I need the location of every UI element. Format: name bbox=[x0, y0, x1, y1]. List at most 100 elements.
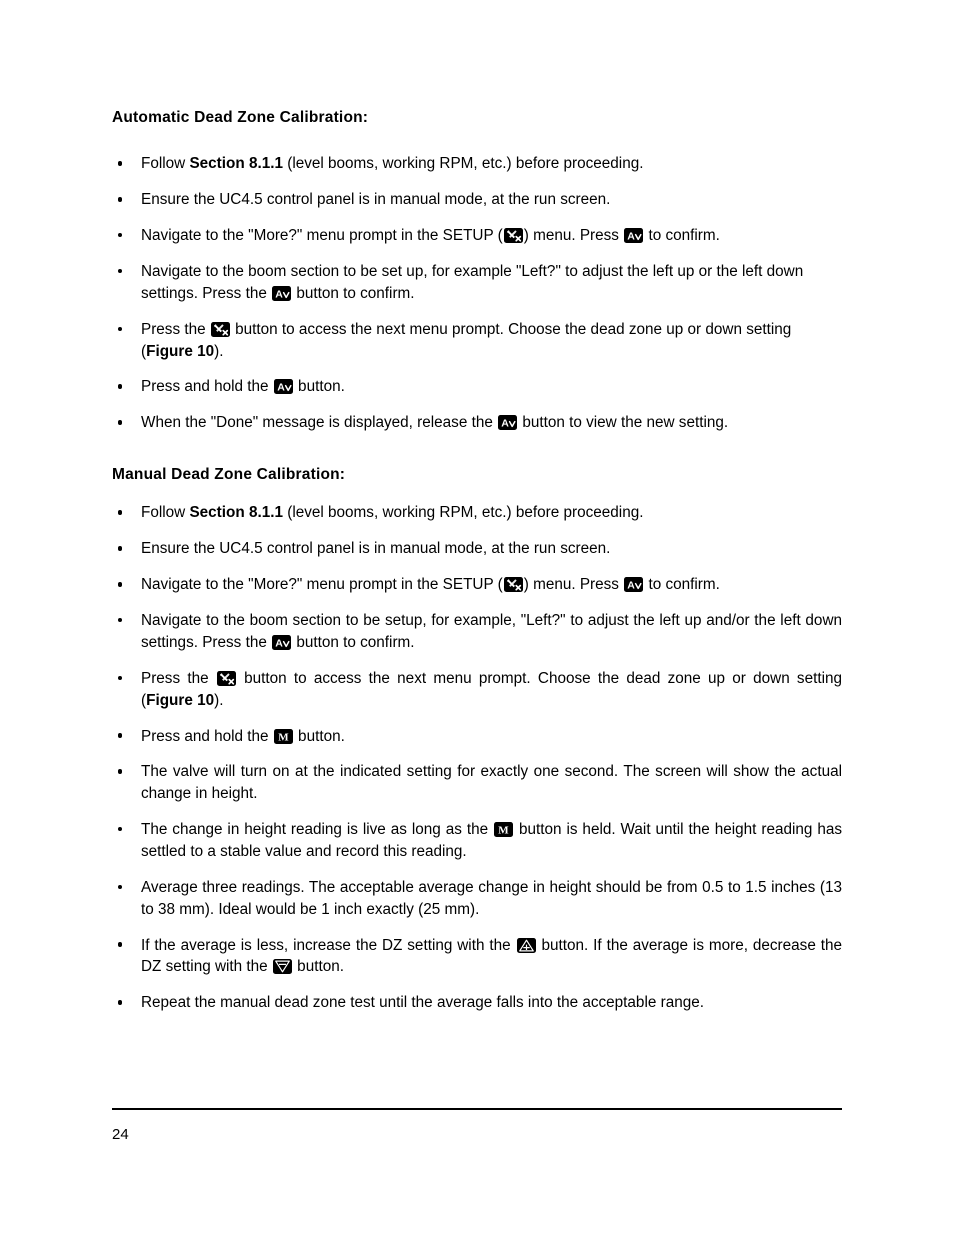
list-item-text: Press and hold the A button. bbox=[141, 376, 842, 398]
section-heading: Automatic Dead Zone Calibration: bbox=[112, 109, 369, 126]
bullet-icon bbox=[118, 942, 123, 947]
text-run: Press and hold the bbox=[141, 378, 273, 396]
text-run: ) menu. Press bbox=[523, 576, 624, 594]
svg-text:A: A bbox=[275, 288, 283, 300]
list-item: Average three readings. The acceptable a… bbox=[112, 877, 842, 921]
emphasis-text: Figure 10 bbox=[146, 691, 215, 709]
document-page: Automatic Dead Zone Calibration: Follow S… bbox=[0, 0, 954, 1235]
list-item: Press and hold the A button. bbox=[112, 376, 842, 398]
list-item-text: Navigate to the "More?" menu prompt in t… bbox=[141, 225, 842, 247]
list-item-text: The change in height reading is live as … bbox=[141, 819, 842, 863]
bullet-icon bbox=[118, 197, 123, 202]
setup-wrench-icon[interactable] bbox=[503, 228, 523, 244]
a-down-button-icon[interactable]: A bbox=[498, 415, 518, 431]
a-down-button-icon[interactable]: A bbox=[272, 634, 292, 650]
list-item: The valve will turn on at the indicated … bbox=[112, 761, 842, 805]
text-run: When the "Done" message is displayed, re… bbox=[141, 414, 498, 432]
text-run: Navigate to the boom section to be setup… bbox=[141, 612, 842, 651]
text-run: to confirm. bbox=[644, 227, 720, 245]
list-item-text: When the "Done" message is displayed, re… bbox=[141, 412, 842, 434]
text-run: button to access the next menu prompt. C… bbox=[141, 669, 842, 709]
bullet-icon bbox=[118, 326, 123, 332]
text-run: button. bbox=[292, 958, 344, 976]
bullet-icon bbox=[118, 884, 123, 890]
a-down-button-icon[interactable]: A bbox=[272, 285, 292, 301]
text-run: Navigate to the "More?" menu prompt in t… bbox=[141, 227, 503, 245]
list-item: Navigate to the boom section to be setup… bbox=[112, 610, 842, 654]
list-item: Repeat the manual dead zone test until t… bbox=[112, 992, 842, 1014]
text-run: button. bbox=[293, 378, 345, 396]
list-item: Press and hold the M button. bbox=[112, 726, 842, 748]
a-down-button-icon[interactable]: A bbox=[273, 379, 293, 395]
setup-wrench-icon[interactable] bbox=[503, 577, 523, 593]
emphasis-text: Section 8.1.1 bbox=[189, 155, 283, 173]
list-item: Follow Section 8.1.1 (level booms, worki… bbox=[112, 153, 842, 175]
bullet-icon bbox=[118, 827, 123, 832]
text-run: button to access the next menu prompt. C… bbox=[141, 320, 792, 360]
text-run: The change in height reading is live as … bbox=[141, 821, 494, 839]
svg-text:A: A bbox=[501, 418, 509, 430]
bullet-icon bbox=[118, 733, 123, 738]
list-item: Navigate to the boom section to be set u… bbox=[112, 261, 842, 305]
triangle-down-button-icon[interactable] bbox=[272, 959, 292, 975]
emphasis-text: Section 8.1.1 bbox=[189, 504, 283, 522]
list-item: Ensure the UC4.5 control panel is in man… bbox=[112, 538, 842, 560]
list-item: Navigate to the "More?" menu prompt in t… bbox=[112, 225, 842, 247]
text-run: ). bbox=[214, 342, 224, 360]
text-run: button to confirm. bbox=[292, 633, 415, 651]
text-run: The valve will turn on at the indicated … bbox=[141, 763, 842, 803]
list-item-text: Navigate to the boom section to be setup… bbox=[141, 610, 842, 654]
text-run: (level booms, working RPM, etc.) before … bbox=[282, 504, 644, 522]
page-body: Automatic Dead Zone Calibration: Follow S… bbox=[112, 108, 842, 1014]
svg-text:A: A bbox=[627, 231, 635, 243]
m-button-icon[interactable]: M bbox=[273, 728, 293, 744]
page-number: 24 bbox=[112, 1126, 129, 1143]
m-button-icon[interactable]: M bbox=[494, 822, 514, 838]
list-item-text: Ensure the UC4.5 control panel is in man… bbox=[141, 538, 842, 560]
text-run: ). bbox=[214, 691, 224, 709]
text-run: Press the bbox=[141, 320, 210, 338]
bullet-icon bbox=[118, 618, 123, 623]
text-run: to confirm. bbox=[644, 576, 720, 594]
list-item: Press the button to access the next menu… bbox=[112, 668, 842, 712]
a-down-button-icon[interactable]: A bbox=[624, 228, 644, 244]
list-item: Follow Section 8.1.1 (level booms, worki… bbox=[112, 502, 842, 524]
heading-spacer bbox=[112, 127, 842, 153]
list-item-text: Repeat the manual dead zone test until t… bbox=[141, 992, 842, 1014]
footer-divider bbox=[112, 1108, 842, 1110]
bullet-icon bbox=[118, 161, 123, 166]
list-item-text: Navigate to the "More?" menu prompt in t… bbox=[141, 574, 842, 596]
bullet-icon bbox=[118, 268, 123, 274]
list-item: The change in height reading is live as … bbox=[112, 819, 842, 863]
list-item: Ensure the UC4.5 control panel is in man… bbox=[112, 189, 842, 211]
section-heading: Manual Dead Zone Calibration: bbox=[112, 466, 346, 484]
text-run: If the average is less, increase the DZ … bbox=[141, 936, 516, 954]
list-item-text: Press the button to access the next menu… bbox=[141, 319, 842, 363]
text-run: button. bbox=[293, 727, 345, 745]
bullet-icon bbox=[118, 384, 123, 389]
text-run: button to view the new setting. bbox=[518, 414, 729, 432]
bullet-icon bbox=[118, 420, 123, 425]
text-run: ) menu. Press bbox=[523, 227, 624, 245]
svg-text:A: A bbox=[277, 382, 285, 394]
text-run: Average three readings. The acceptable a… bbox=[141, 878, 842, 918]
setup-wrench-icon[interactable] bbox=[216, 670, 236, 686]
text-run: Navigate to the "More?" menu prompt in t… bbox=[141, 576, 503, 594]
instruction-list: Follow Section 8.1.1 (level booms, worki… bbox=[112, 502, 842, 1014]
list-item-text: Follow Section 8.1.1 (level booms, worki… bbox=[141, 502, 842, 524]
list-item: If the average is less, increase the DZ … bbox=[112, 935, 842, 979]
text-run: Navigate to the boom section to be set u… bbox=[141, 262, 804, 302]
a-down-button-icon[interactable]: A bbox=[624, 577, 644, 593]
text-run: Follow bbox=[141, 155, 190, 173]
bullet-icon bbox=[118, 510, 123, 515]
bullet-icon bbox=[118, 1000, 123, 1005]
bullet-icon bbox=[118, 769, 123, 774]
svg-text:A: A bbox=[627, 580, 635, 592]
svg-text:M: M bbox=[278, 731, 289, 743]
list-item-text: Average three readings. The acceptable a… bbox=[141, 877, 842, 921]
svg-text:M: M bbox=[498, 825, 509, 837]
setup-wrench-icon[interactable] bbox=[210, 321, 230, 337]
triangle-up-button-icon[interactable] bbox=[516, 937, 536, 953]
list-item-text: Navigate to the boom section to be set u… bbox=[141, 261, 842, 305]
